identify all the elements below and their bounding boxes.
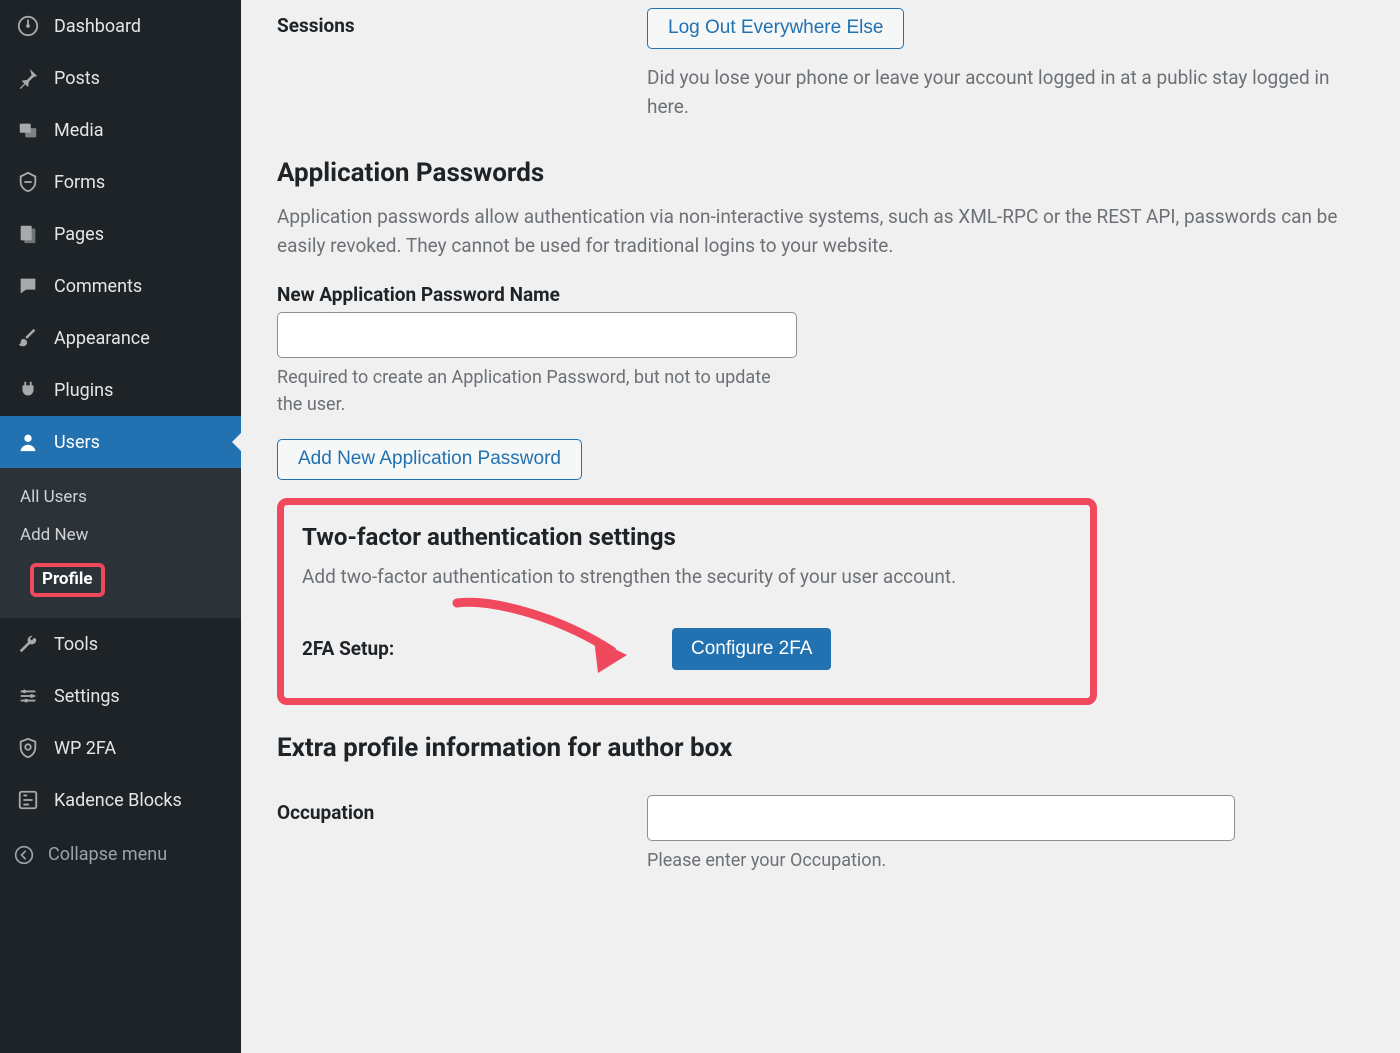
sidebar-item-label: Appearance <box>54 328 150 349</box>
sidebar-item-pages[interactable]: Pages <box>0 208 241 260</box>
settings-icon <box>14 682 42 710</box>
sidebar-item-plugins[interactable]: Plugins <box>0 364 241 416</box>
sidebar-item-label: WP 2FA <box>54 738 116 759</box>
submenu-item-add-new[interactable]: Add New <box>0 516 241 554</box>
annotation-arrow <box>452 593 642 683</box>
sidebar-item-label: Plugins <box>54 380 113 401</box>
sessions-description: Did you lose your phone or leave your ac… <box>647 63 1364 122</box>
pages-icon <box>14 220 42 248</box>
sidebar-item-settings[interactable]: Settings <box>0 670 241 722</box>
sidebar-item-label: Media <box>54 120 104 141</box>
sidebar-submenu-users: All Users Add New Profile <box>0 468 241 618</box>
user-icon <box>14 428 42 456</box>
sidebar-item-label: Dashboard <box>54 16 141 37</box>
sidebar-item-wp-2fa[interactable]: WP 2FA <box>0 722 241 774</box>
configure-2fa-button[interactable]: Configure 2FA <box>672 628 831 670</box>
sidebar-item-forms[interactable]: Forms <box>0 156 241 208</box>
app-password-name-label: New Application Password Name <box>277 283 1364 306</box>
add-app-password-button[interactable]: Add New Application Password <box>277 439 582 480</box>
logout-everywhere-button[interactable]: Log Out Everywhere Else <box>647 8 904 49</box>
twofa-description: Add two-factor authentication to strengt… <box>302 563 1072 592</box>
submenu-item-label: Profile <box>42 569 93 589</box>
submenu-item-label: All Users <box>20 487 87 507</box>
sidebar-item-label: Kadence Blocks <box>54 790 182 811</box>
occupation-input[interactable] <box>647 795 1235 841</box>
sidebar-item-dashboard[interactable]: Dashboard <box>0 0 241 52</box>
submenu-item-profile[interactable]: Profile <box>0 554 241 606</box>
app-passwords-heading: Application Passwords <box>277 158 1364 188</box>
sidebar-item-appearance[interactable]: Appearance <box>0 312 241 364</box>
sidebar-item-label: Settings <box>54 686 120 707</box>
submenu-item-label: Add New <box>20 525 88 545</box>
twofa-setup-label: 2FA Setup: <box>302 637 672 660</box>
occupation-row: Occupation Please enter your Occupation. <box>277 777 1364 893</box>
app-password-name-helper: Required to create an Application Passwo… <box>277 364 797 420</box>
comment-icon <box>14 272 42 300</box>
sidebar-item-comments[interactable]: Comments <box>0 260 241 312</box>
sidebar-item-kadence-blocks[interactable]: Kadence Blocks <box>0 774 241 826</box>
collapse-menu-button[interactable]: Collapse menu <box>0 830 241 879</box>
profile-settings-main: Sessions Log Out Everywhere Else Did you… <box>241 0 1400 1053</box>
forms-icon <box>14 168 42 196</box>
media-icon <box>14 116 42 144</box>
sidebar-item-label: Tools <box>54 634 98 655</box>
sidebar-item-media[interactable]: Media <box>0 104 241 156</box>
sidebar-item-posts[interactable]: Posts <box>0 52 241 104</box>
sessions-row: Sessions Log Out Everywhere Else Did you… <box>277 0 1364 140</box>
wrench-icon <box>14 630 42 658</box>
sidebar-item-label: Users <box>54 432 100 453</box>
collapse-label: Collapse menu <box>48 844 167 865</box>
kadence-icon <box>14 786 42 814</box>
collapse-icon <box>14 845 34 865</box>
annotation-highlight: Profile <box>30 563 105 597</box>
sidebar-item-label: Forms <box>54 172 105 193</box>
sidebar-item-label: Posts <box>54 68 100 89</box>
shield-icon <box>14 734 42 762</box>
occupation-helper: Please enter your Occupation. <box>647 847 1364 875</box>
sidebar-item-label: Pages <box>54 224 104 245</box>
submenu-item-all-users[interactable]: All Users <box>0 478 241 516</box>
dashboard-icon <box>14 12 42 40</box>
pin-icon <box>14 64 42 92</box>
twofa-heading: Two-factor authentication settings <box>302 523 1072 551</box>
occupation-label: Occupation <box>277 795 647 824</box>
sessions-heading: Sessions <box>277 8 647 37</box>
app-passwords-description: Application passwords allow authenticati… <box>277 202 1364 261</box>
app-password-name-input[interactable] <box>277 312 797 358</box>
admin-sidebar: Dashboard Posts Media Forms Pages <box>0 0 241 1053</box>
sidebar-item-users[interactable]: Users <box>0 416 241 468</box>
sidebar-item-tools[interactable]: Tools <box>0 618 241 670</box>
author-box-heading: Extra profile information for author box <box>277 733 1364 763</box>
plugin-icon <box>14 376 42 404</box>
twofa-settings-box: Two-factor authentication settings Add t… <box>277 498 1097 705</box>
sidebar-item-label: Comments <box>54 276 142 297</box>
brush-icon <box>14 324 42 352</box>
